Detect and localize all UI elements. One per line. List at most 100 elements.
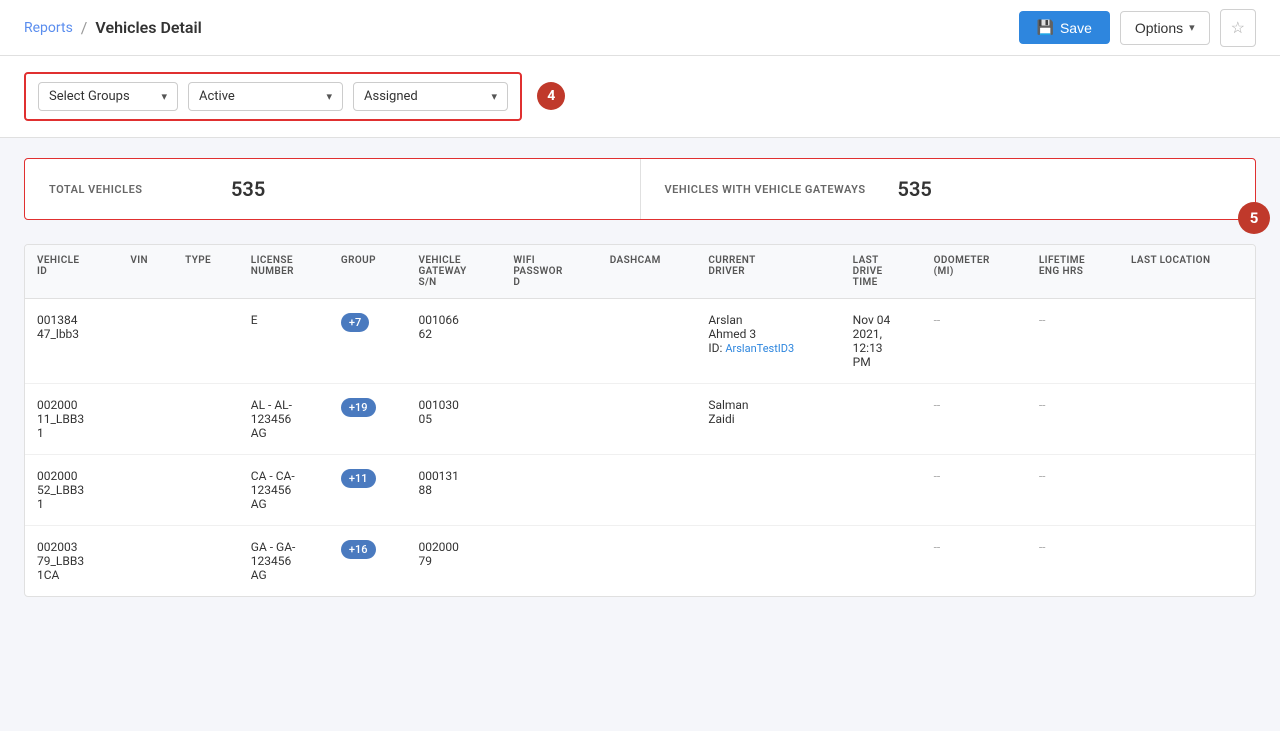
col-gateway-sn: VEHICLEGATEWAYS/N (406, 245, 501, 299)
cell-dashcam (598, 526, 697, 597)
options-button[interactable]: Options ▾ (1120, 11, 1210, 45)
cell-current-driver: SalmanZaidi (696, 384, 840, 455)
cell-group: +7 (329, 299, 407, 384)
filter-bar: Select Groups ▾ Active ▾ Assigned ▾ 4 (0, 56, 1280, 138)
cell-license-number: GA - GA-123456AG (239, 526, 329, 597)
assigned-label: Assigned (364, 89, 418, 104)
cell-type (173, 384, 239, 455)
col-current-driver: CURRENTDRIVER (696, 245, 840, 299)
active-label: Active (199, 89, 235, 104)
save-button[interactable]: 💾 Save (1019, 11, 1110, 44)
breadcrumb: Reports / Vehicles Detail (24, 18, 202, 37)
cell-type (173, 526, 239, 597)
select-groups-dropdown[interactable]: Select Groups ▾ (38, 82, 178, 111)
filter-box: Select Groups ▾ Active ▾ Assigned ▾ (24, 72, 522, 121)
active-dropdown[interactable]: Active ▾ (188, 82, 343, 111)
save-icon: 💾 (1037, 19, 1054, 36)
cell-current-driver: ArslanAhmed 3ID: ArslanTestID3 (696, 299, 840, 384)
cell-last-location (1119, 299, 1255, 384)
col-license-number: LICENSENUMBER (239, 245, 329, 299)
page-title: Vehicles Detail (95, 18, 201, 37)
cell-odometer: -- (922, 526, 1027, 597)
cell-last-location (1119, 526, 1255, 597)
cell-last-drive-time: Nov 042021,12:13PM (841, 299, 922, 384)
cell-license-number: E (239, 299, 329, 384)
breadcrumb-reports-link[interactable]: Reports (24, 20, 73, 36)
col-lifetime-eng: LIFETIMEENG HRS (1027, 245, 1119, 299)
select-groups-label: Select Groups (49, 89, 130, 104)
group-badge: +19 (341, 398, 376, 417)
total-vehicles-stat: TOTAL VEHICLES 535 (25, 159, 641, 219)
col-odometer: ODOMETER(MI) (922, 245, 1027, 299)
main-content: TOTAL VEHICLES 535 VEHICLES WITH VEHICLE… (0, 138, 1280, 617)
header-actions: 💾 Save Options ▾ ☆ (1019, 9, 1256, 47)
cell-type (173, 455, 239, 526)
cell-wifi-password (501, 299, 597, 384)
cell-last-location (1119, 455, 1255, 526)
cell-group: +16 (329, 526, 407, 597)
cell-vehicle-id: 00200379_LBB31CA (25, 526, 118, 597)
cell-group: +11 (329, 455, 407, 526)
page-header: Reports / Vehicles Detail 💾 Save Options… (0, 0, 1280, 56)
favorite-button[interactable]: ☆ (1220, 9, 1256, 47)
table-row: 00200011_LBB31 AL - AL-123456AG +19 0010… (25, 384, 1255, 455)
table-row: 00200052_LBB31 CA - CA-123456AG +11 0001… (25, 455, 1255, 526)
cell-vin (118, 455, 173, 526)
breadcrumb-separator: / (81, 18, 88, 37)
cell-current-driver (696, 526, 840, 597)
cell-dashcam (598, 384, 697, 455)
cell-last-drive-time (841, 384, 922, 455)
cell-gateway-sn: 00106662 (406, 299, 501, 384)
cell-lifetime-eng: -- (1027, 384, 1119, 455)
cell-last-drive-time (841, 526, 922, 597)
cell-vehicle-id: 00138447_lbb3 (25, 299, 118, 384)
group-badge: +11 (341, 469, 376, 488)
cell-group: +19 (329, 384, 407, 455)
col-type: TYPE (173, 245, 239, 299)
total-vehicles-label: TOTAL VEHICLES (49, 183, 199, 196)
cell-wifi-password (501, 384, 597, 455)
driver-id-link[interactable]: ArslanTestID3 (725, 342, 794, 355)
cell-wifi-password (501, 455, 597, 526)
vehicles-gateway-value: 535 (898, 177, 932, 201)
vehicles-gateway-stat: VEHICLES WITH VEHICLE GATEWAYS 535 (641, 159, 1256, 219)
cell-current-driver (696, 455, 840, 526)
col-wifi-password: WIFIPASSWORD (501, 245, 597, 299)
col-last-drive-time: LASTDRIVETIME (841, 245, 922, 299)
save-label: Save (1060, 20, 1092, 36)
cell-type (173, 299, 239, 384)
vehicles-gateway-label: VEHICLES WITH VEHICLE GATEWAYS (665, 183, 866, 196)
total-vehicles-value: 535 (231, 177, 265, 201)
cell-lifetime-eng: -- (1027, 455, 1119, 526)
cell-license-number: AL - AL-123456AG (239, 384, 329, 455)
col-vehicle-id: VEHICLEID (25, 245, 118, 299)
assigned-dropdown[interactable]: Assigned ▾ (353, 82, 508, 111)
cell-gateway-sn: 00013188 (406, 455, 501, 526)
cell-vehicle-id: 00200052_LBB31 (25, 455, 118, 526)
cell-last-drive-time (841, 455, 922, 526)
col-vin: VIN (118, 245, 173, 299)
table-row: 00200379_LBB31CA GA - GA-123456AG +16 00… (25, 526, 1255, 597)
options-label: Options (1135, 20, 1183, 36)
cell-vin (118, 384, 173, 455)
cell-vin (118, 299, 173, 384)
cell-wifi-password (501, 526, 597, 597)
cell-lifetime-eng: -- (1027, 299, 1119, 384)
cell-odometer: -- (922, 299, 1027, 384)
star-icon: ☆ (1231, 20, 1245, 37)
stats-container: TOTAL VEHICLES 535 VEHICLES WITH VEHICLE… (24, 158, 1256, 220)
cell-lifetime-eng: -- (1027, 526, 1119, 597)
cell-license-number: CA - CA-123456AG (239, 455, 329, 526)
group-badge: +16 (341, 540, 376, 559)
step-4-badge: 4 (537, 82, 565, 110)
stats-box: TOTAL VEHICLES 535 VEHICLES WITH VEHICLE… (24, 158, 1256, 220)
cell-vehicle-id: 00200011_LBB31 (25, 384, 118, 455)
col-group: GROUP (329, 245, 407, 299)
chevron-down-icon: ▾ (491, 90, 497, 103)
cell-dashcam (598, 455, 697, 526)
vehicles-table: VEHICLEID VIN TYPE LICENSENUMBER GROUP V… (24, 244, 1256, 597)
chevron-down-icon: ▾ (326, 90, 332, 103)
chevron-down-icon: ▾ (1189, 21, 1195, 34)
group-badge: +7 (341, 313, 369, 332)
cell-dashcam (598, 299, 697, 384)
